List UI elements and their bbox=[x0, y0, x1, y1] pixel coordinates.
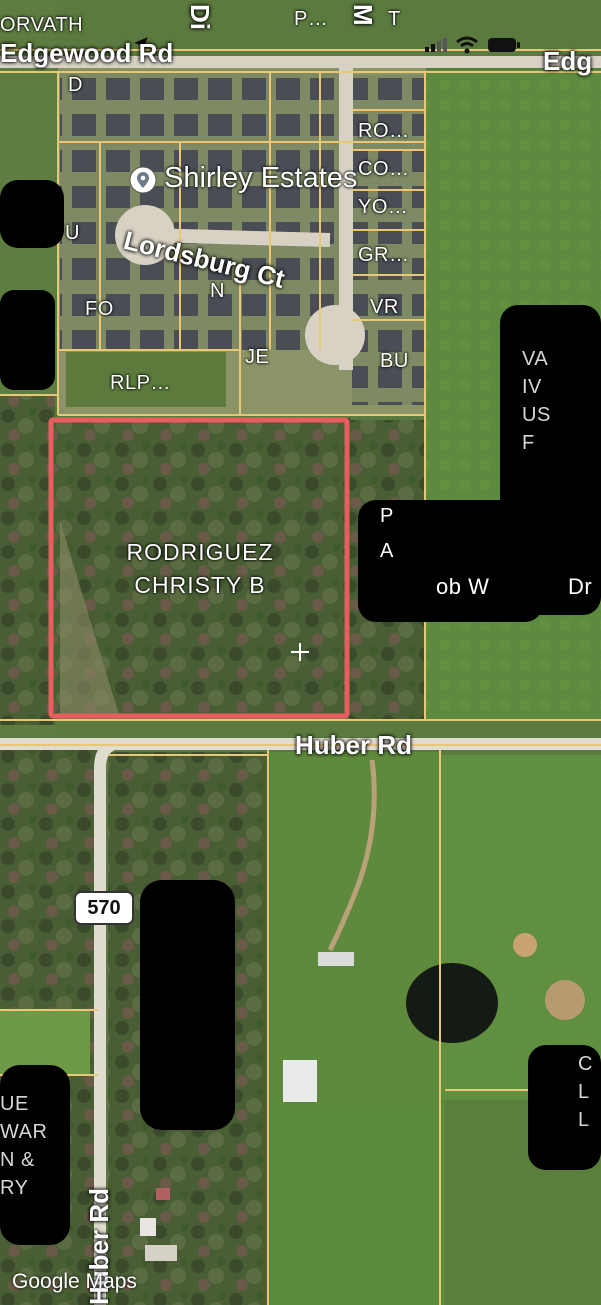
parcel-label[interactable]: C L L bbox=[578, 1050, 593, 1134]
parcel-label[interactable]: T bbox=[388, 8, 401, 31]
parcel-label[interactable]: A bbox=[380, 540, 394, 563]
redaction-block bbox=[0, 180, 64, 248]
parcel-label[interactable]: P bbox=[380, 505, 394, 528]
owner-name-line2: CHRISTY B bbox=[134, 572, 266, 598]
parcel-label[interactable]: N bbox=[210, 280, 225, 303]
parcel-label[interactable]: D bbox=[68, 74, 83, 97]
parcel-label[interactable]: ORVATH bbox=[0, 14, 83, 37]
parcel-label[interactable]: VR bbox=[370, 296, 399, 319]
road-label-edgewood: Edgewood Rd bbox=[0, 38, 174, 68]
parcel-label[interactable]: ob W bbox=[436, 574, 489, 600]
parcel-label[interactable]: GR… bbox=[358, 244, 410, 267]
road-label-edgewood-right: Edg bbox=[543, 46, 593, 76]
parcel-label[interactable]: U bbox=[65, 222, 80, 245]
place-pin-icon[interactable] bbox=[128, 165, 158, 195]
parcel-label[interactable]: CO… bbox=[358, 158, 410, 181]
map-canvas[interactable]: Edgewood Rd Edg Lordsburg Ct Huber Rd Hu… bbox=[0, 0, 601, 1305]
crosshair-icon bbox=[291, 643, 309, 661]
road-label-huber: Huber Rd bbox=[295, 730, 412, 760]
parcel-label[interactable]: P… bbox=[294, 8, 328, 31]
parcel-label[interactable]: JE bbox=[245, 346, 269, 369]
parcel-label[interactable]: YO… bbox=[358, 196, 408, 219]
parcel-label[interactable]: BU bbox=[380, 350, 409, 373]
status-bar bbox=[425, 30, 521, 60]
place-name[interactable]: Shirley Estates bbox=[164, 162, 357, 195]
cellular-signal-icon bbox=[425, 38, 447, 52]
parcel-label[interactable]: RLP… bbox=[110, 372, 171, 395]
parcel-label[interactable]: UE WAR N & RY bbox=[0, 1090, 47, 1202]
parcel-label[interactable]: RO… bbox=[358, 120, 410, 143]
google-maps-watermark: Google Maps bbox=[12, 1270, 137, 1293]
owner-name-line1: RODRIGUEZ bbox=[126, 539, 274, 565]
battery-icon bbox=[488, 38, 520, 52]
route-shield: 570 bbox=[74, 891, 134, 925]
parcel-label[interactable]: Dr bbox=[568, 574, 592, 600]
road-label-partial: M bbox=[348, 4, 378, 26]
wifi-icon bbox=[456, 36, 478, 54]
redaction-block bbox=[140, 880, 235, 1130]
road-label-partial: Di bbox=[185, 4, 215, 30]
parcel-label[interactable]: VA IV US F bbox=[522, 345, 551, 457]
parcel-label[interactable]: FO bbox=[85, 298, 114, 321]
redaction-block bbox=[0, 290, 55, 390]
selected-parcel-owner[interactable]: RODRIGUEZ CHRISTY B bbox=[50, 536, 350, 602]
